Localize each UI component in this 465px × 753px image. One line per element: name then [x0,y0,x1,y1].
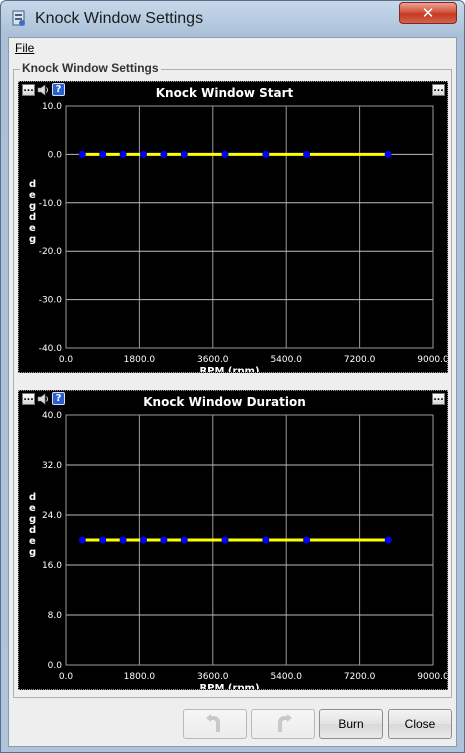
chart-title: Knock Window Start [156,86,294,100]
redo-button[interactable] [251,709,315,739]
chart-title: Knock Window Duration [143,395,306,409]
x-tick-label: 1800.0 [124,355,156,365]
x-tick-label: 3600.0 [197,672,229,682]
data-point [160,536,168,544]
x-tick-label: 5400.0 [270,672,302,682]
plot-frame [65,105,434,349]
menu-bar: File [9,38,456,60]
data-point [303,536,311,544]
data-point [99,536,107,544]
y-tick-label: -40.0 [39,344,63,354]
data-point [119,536,127,544]
data-point [139,150,147,158]
x-tick-label: 1800.0 [124,672,156,682]
y-tick-label: -20.0 [39,247,63,257]
data-point [384,150,392,158]
window-title: Knock Window Settings [35,10,204,27]
knock-window-duration-chart: Knock Window Duration 0.0 1800.0 3600.0 5400… [29,395,447,689]
y-axis-label: degdeg [29,179,36,245]
app-icon [12,10,25,26]
y-tick-label: -10.0 [39,199,63,209]
title-bar[interactable]: Knock Window Settings ✕ [1,1,464,37]
x-tick-label: 7200.0 [344,355,376,365]
group-title: Knock Window Settings [20,61,161,75]
data-point [384,536,392,544]
y-tick-label: 0.0 [48,661,63,671]
y-tick-label: -30.0 [39,296,63,306]
window-close-button[interactable]: ✕ [399,2,457,24]
y-tick-label: 40.0 [42,411,62,421]
close-button[interactable]: Close [388,709,452,739]
y-tick-label: 0.0 [48,150,63,160]
data-point [99,150,107,158]
x-tick-label: 7200.0 [344,672,376,682]
y-tick-label: 10.0 [42,102,62,112]
menu-file[interactable]: File [15,41,34,55]
y-tick-label: 24.0 [42,511,62,521]
data-point [119,150,127,158]
button-bar: Burn Close [9,703,456,746]
settings-group: Knock Window Settings ... ? ... Knock Wi… [13,61,452,698]
x-tick-label: 5400.0 [270,355,302,365]
x-tick-label: 9000.0 [417,355,447,365]
knock-window-start-chart: Knock Window Start 0.0 1800.0 3600.0 5400.0 7… [29,86,447,372]
x-axis-label: RPM (rpm) [199,366,259,372]
y-tick-label: 16.0 [42,561,62,571]
undo-icon [206,714,220,732]
x-tick-label: 9000.0 [417,672,447,682]
client-area: File Knock Window Settings ... ? ... Kno… [8,37,457,747]
data-point [78,536,86,544]
burn-button[interactable]: Burn [319,709,383,739]
data-point [262,150,270,158]
undo-button[interactable] [183,709,247,739]
data-point [180,150,188,158]
redo-icon [278,714,292,732]
y-axis-label: degdeg [29,492,36,558]
x-tick-label: 3600.0 [197,355,229,365]
knock-window-duration-panel: ... ? ... Knock Window Duration 0.0 1800.0… [18,390,448,690]
data-point [303,150,311,158]
data-point [78,150,86,158]
x-tick-label: 0.0 [59,355,74,365]
y-tick-label: 8.0 [48,611,63,621]
data-point [221,536,229,544]
data-point [262,536,270,544]
app-window: Knock Window Settings ✕ File Knock Windo… [0,0,465,753]
data-point [221,150,229,158]
data-point [139,536,147,544]
x-tick-label: 0.0 [59,672,74,682]
data-point [160,150,168,158]
x-axis-label: RPM (rpm) [199,683,259,689]
data-point [180,536,188,544]
knock-window-start-panel: ... ? ... Knock Window Start 0.0 1800.0 360… [18,81,448,373]
y-tick-label: 32.0 [42,461,62,471]
